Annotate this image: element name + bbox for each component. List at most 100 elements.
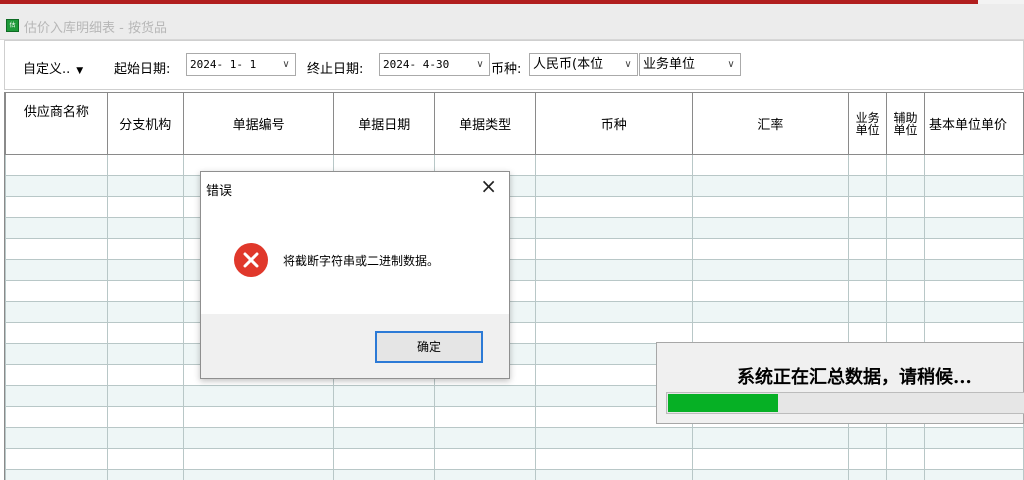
- table-cell[interactable]: [5, 469, 108, 480]
- table-cell[interactable]: [691, 196, 850, 218]
- table-cell[interactable]: [535, 154, 693, 176]
- table-cell[interactable]: [535, 217, 693, 239]
- table-cell[interactable]: [434, 406, 537, 428]
- table-cell[interactable]: [535, 196, 693, 218]
- table-cell[interactable]: [182, 406, 335, 428]
- table-cell[interactable]: [5, 364, 108, 386]
- table-cell[interactable]: [182, 448, 335, 470]
- table-cell[interactable]: [924, 154, 1024, 176]
- custom-menu-button[interactable]: 自定义.. ▼: [23, 58, 83, 77]
- table-cell[interactable]: [848, 322, 888, 344]
- table-cell[interactable]: [106, 301, 184, 323]
- table-cell[interactable]: [691, 469, 850, 480]
- col-doc-type[interactable]: 单据类型: [434, 92, 537, 155]
- table-cell[interactable]: [535, 469, 693, 480]
- table-row[interactable]: [5, 322, 1024, 344]
- col-doc-number[interactable]: 单据编号: [182, 92, 335, 155]
- table-cell[interactable]: [5, 280, 108, 302]
- currency-select[interactable]: 人民币(本位 ∨: [529, 53, 638, 76]
- col-currency[interactable]: 币种: [535, 92, 693, 155]
- close-icon[interactable]: ×: [480, 174, 497, 198]
- table-cell[interactable]: [691, 259, 850, 281]
- table-cell[interactable]: [333, 427, 436, 449]
- table-cell[interactable]: [924, 448, 1024, 470]
- table-cell[interactable]: [924, 196, 1024, 218]
- table-cell[interactable]: [848, 259, 888, 281]
- col-branch[interactable]: 分支机构: [106, 92, 184, 155]
- table-cell[interactable]: [691, 427, 850, 449]
- table-cell[interactable]: [106, 322, 184, 344]
- table-cell[interactable]: [924, 238, 1024, 260]
- table-cell[interactable]: [848, 469, 888, 480]
- table-cell[interactable]: [691, 238, 850, 260]
- table-cell[interactable]: [848, 238, 888, 260]
- table-cell[interactable]: [106, 343, 184, 365]
- table-cell[interactable]: [5, 196, 108, 218]
- table-row[interactable]: [5, 175, 1024, 197]
- table-cell[interactable]: [691, 322, 850, 344]
- table-cell[interactable]: [535, 280, 693, 302]
- table-cell[interactable]: [691, 154, 850, 176]
- table-cell[interactable]: [106, 385, 184, 407]
- table-cell[interactable]: [924, 301, 1024, 323]
- table-cell[interactable]: [535, 448, 693, 470]
- table-cell[interactable]: [848, 196, 888, 218]
- table-cell[interactable]: [924, 280, 1024, 302]
- table-cell[interactable]: [848, 301, 888, 323]
- col-exchange-rate[interactable]: 汇率: [691, 92, 850, 155]
- table-cell[interactable]: [5, 154, 108, 176]
- table-cell[interactable]: [5, 427, 108, 449]
- table-row[interactable]: [5, 259, 1024, 281]
- table-cell[interactable]: [106, 196, 184, 218]
- table-cell[interactable]: [5, 406, 108, 428]
- table-cell[interactable]: [691, 175, 850, 197]
- start-date-picker[interactable]: 2024- 1- 1 ∨: [186, 53, 296, 76]
- table-row[interactable]: [5, 154, 1024, 176]
- table-cell[interactable]: [5, 175, 108, 197]
- table-cell[interactable]: [535, 175, 693, 197]
- table-cell[interactable]: [535, 301, 693, 323]
- table-cell[interactable]: [5, 385, 108, 407]
- col-supplier-name[interactable]: 供应商名称: [5, 92, 108, 155]
- table-cell[interactable]: [5, 343, 108, 365]
- table-cell[interactable]: [333, 469, 436, 480]
- table-cell[interactable]: [535, 238, 693, 260]
- table-cell[interactable]: [535, 427, 693, 449]
- table-cell[interactable]: [106, 427, 184, 449]
- table-cell[interactable]: [886, 196, 925, 218]
- table-cell[interactable]: [434, 427, 537, 449]
- table-row[interactable]: [5, 469, 1024, 480]
- table-cell[interactable]: [333, 406, 436, 428]
- table-cell[interactable]: [106, 469, 184, 480]
- table-row[interactable]: [5, 196, 1024, 218]
- col-biz-unit[interactable]: 业务 单位: [848, 92, 888, 155]
- table-cell[interactable]: [106, 448, 184, 470]
- table-cell[interactable]: [924, 217, 1024, 239]
- table-cell[interactable]: [5, 259, 108, 281]
- table-cell[interactable]: [5, 448, 108, 470]
- table-cell[interactable]: [924, 322, 1024, 344]
- table-cell[interactable]: [106, 154, 184, 176]
- table-cell[interactable]: [848, 154, 888, 176]
- table-cell[interactable]: [106, 406, 184, 428]
- table-cell[interactable]: [106, 238, 184, 260]
- table-cell[interactable]: [924, 427, 1024, 449]
- table-cell[interactable]: [106, 259, 184, 281]
- table-row[interactable]: [5, 238, 1024, 260]
- col-aux-unit[interactable]: 辅助 单位: [886, 92, 925, 155]
- table-cell[interactable]: [886, 427, 925, 449]
- table-cell[interactable]: [691, 280, 850, 302]
- table-cell[interactable]: [106, 175, 184, 197]
- table-cell[interactable]: [434, 469, 537, 480]
- chevron-down-icon[interactable]: ∨: [619, 54, 637, 75]
- table-cell[interactable]: [5, 217, 108, 239]
- table-cell[interactable]: [924, 469, 1024, 480]
- table-cell[interactable]: [886, 322, 925, 344]
- table-cell[interactable]: [106, 280, 184, 302]
- table-cell[interactable]: [182, 469, 335, 480]
- table-cell[interactable]: [886, 238, 925, 260]
- table-cell[interactable]: [434, 385, 537, 407]
- chevron-down-icon[interactable]: ∨: [277, 54, 295, 75]
- table-cell[interactable]: [691, 448, 850, 470]
- table-cell[interactable]: [333, 448, 436, 470]
